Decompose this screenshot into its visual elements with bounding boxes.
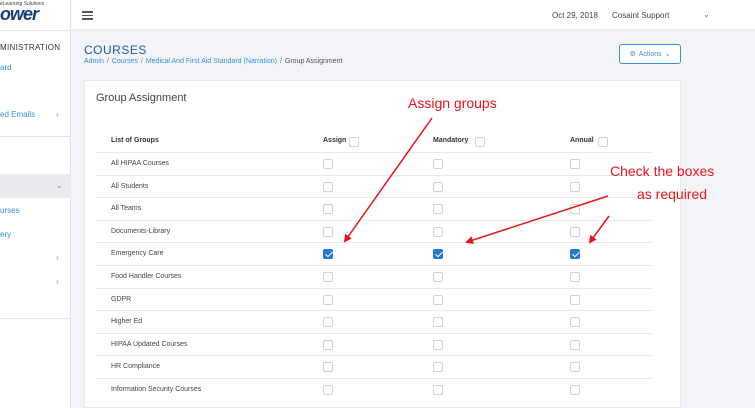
arrow-to-assign bbox=[343, 117, 433, 243]
annotation-arrows bbox=[343, 117, 610, 244]
arrow-to-annual bbox=[588, 215, 610, 244]
arrow-to-mandatory bbox=[465, 195, 609, 244]
